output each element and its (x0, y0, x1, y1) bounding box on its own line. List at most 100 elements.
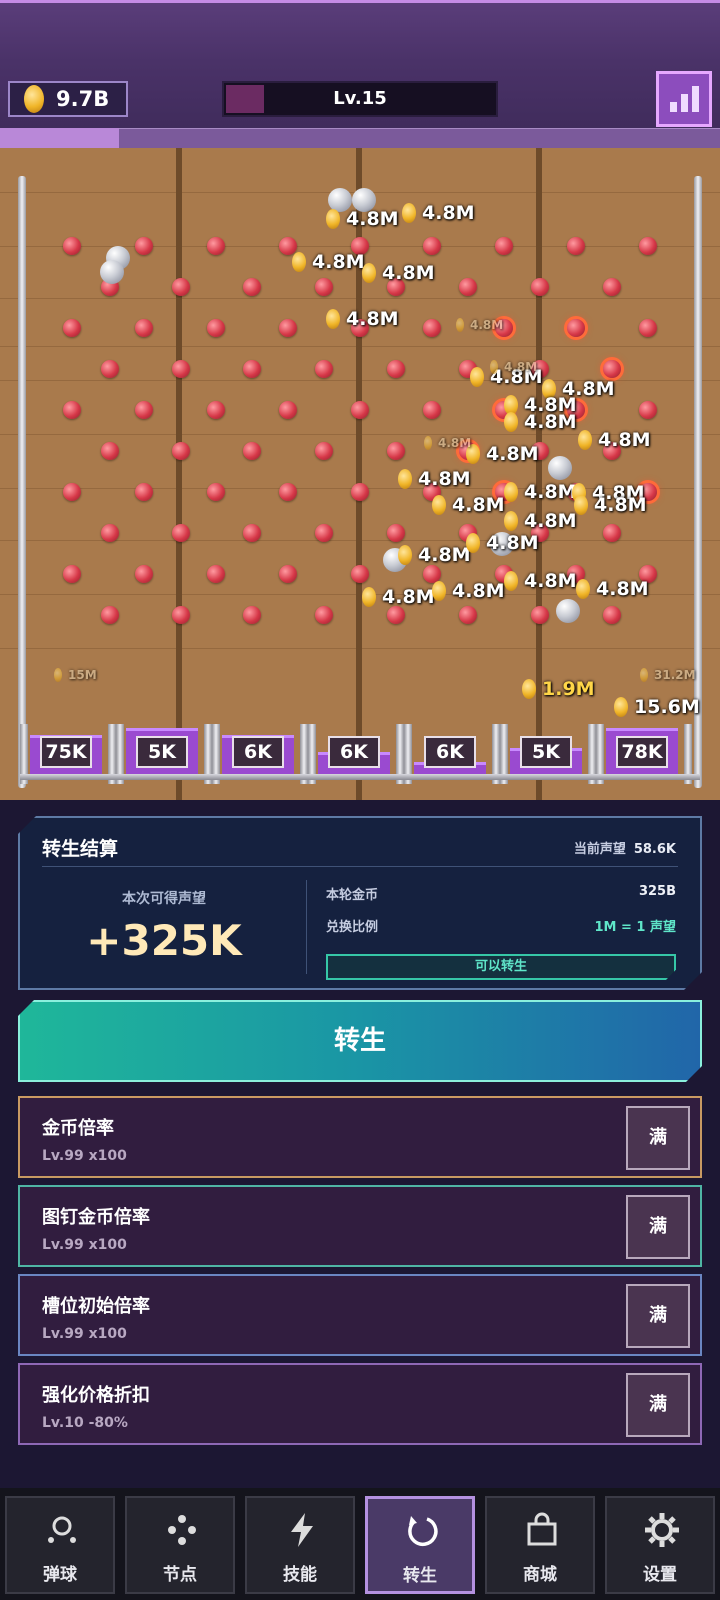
coin-popup-amount: 4.8M (524, 411, 577, 433)
slot-multiplier-label: 6K (232, 736, 284, 768)
peg (207, 237, 225, 255)
ball-drop-icon (42, 1510, 82, 1550)
xp-progress-fill (0, 128, 119, 148)
peg (279, 483, 297, 501)
peg (459, 278, 477, 296)
nav-tab-label: 节点 (163, 1565, 197, 1585)
upgrade-max-button[interactable]: 满 (626, 1284, 690, 1348)
peg (531, 606, 549, 624)
coin-popup-amount: 4.8M (594, 494, 647, 516)
coin-popup: 4.8M (398, 468, 471, 490)
rebirth-icon (403, 1511, 443, 1551)
peg (135, 319, 153, 337)
coin-popup: 4.8M (578, 429, 651, 451)
peg (387, 606, 405, 624)
upgrade-name: 槽位初始倍率 (42, 1296, 150, 1317)
coin-popup: 4.8M (398, 544, 471, 566)
coin-popup: 4.8M (432, 580, 505, 602)
stats-button[interactable] (656, 71, 712, 127)
coin-icon (466, 533, 480, 553)
nav-tab-label: 设置 (643, 1565, 677, 1585)
coin-popup: 4.8M (504, 510, 577, 532)
coin-popup-amount: 4.8M (312, 251, 365, 273)
peg (63, 401, 81, 419)
multiplier-slot: 6K (212, 708, 308, 784)
peg (243, 606, 261, 624)
coin-icon (362, 587, 376, 607)
coin-icon (326, 209, 340, 229)
peg (101, 524, 119, 542)
peg (351, 401, 369, 419)
nav-tab[interactable]: 弹球 (5, 1496, 115, 1594)
rebirth-panel-title: 转生结算 (42, 838, 119, 860)
board-divider (176, 148, 182, 800)
coin-popup-amount: 4.8M (418, 544, 471, 566)
peg (101, 606, 119, 624)
nav-tab[interactable]: 商城 (485, 1496, 595, 1594)
coin-popup: 4.8M (326, 208, 399, 230)
plinko-board[interactable]: 4.8M 4.8M 4.8M 4.8M 4.8M 4.8M 4.8M 4.8M 4.8M 4.8M… (0, 148, 720, 800)
peg (63, 237, 81, 255)
coin-icon (292, 252, 306, 272)
nav-tab-label: 技能 (283, 1565, 317, 1585)
nav-tab-label: 商城 (523, 1565, 557, 1585)
exchange-ratio-value: 1M = 1 声望 (594, 920, 676, 935)
nav-tab[interactable]: 转生 (365, 1496, 475, 1594)
current-prestige: 当前声望 58.6K (574, 838, 676, 857)
peg (315, 524, 333, 542)
upgrade-name: 金币倍率 (42, 1118, 114, 1139)
coin-popup-amount: 4.8M (422, 202, 475, 224)
faint-popup-amount: 15M (68, 668, 97, 682)
coin-icon (432, 495, 446, 515)
peg (315, 278, 333, 296)
coin-popup: 4.8M (402, 202, 475, 224)
peg (639, 319, 657, 337)
peg (243, 524, 261, 542)
coin-icon (398, 545, 412, 565)
peg (459, 606, 477, 624)
nav-tab[interactable]: 节点 (125, 1496, 235, 1594)
rebirth-summary-panel: 转生结算 当前声望 58.6K 本次可得声望 +325K 本轮金币 325B 兑换… (18, 816, 702, 990)
coin-popup-amount: 4.8M (486, 532, 539, 554)
coin-popup-amount: 4.8M (596, 578, 649, 600)
peg (135, 237, 153, 255)
panel-vertical-divider (306, 880, 307, 974)
upgrade-row: 强化价格折扣 Lv.10 -80% 满 (18, 1363, 702, 1445)
upgrade-max-button[interactable]: 满 (626, 1373, 690, 1437)
nav-tab[interactable]: 技能 (245, 1496, 355, 1594)
peg (243, 278, 261, 296)
peg (172, 278, 190, 296)
nav-tab-label: 弹球 (43, 1565, 77, 1585)
level-progress-bar: Lv.15 (222, 81, 498, 117)
peg (172, 442, 190, 460)
nav-tab[interactable]: 设置 (605, 1496, 715, 1594)
coin-popup: 4.8M (466, 443, 539, 465)
coin-popup: 4.8M (466, 532, 539, 554)
upgrade-level: Lv.99 x100 (42, 1326, 127, 1342)
current-prestige-value: 58.6K (633, 842, 676, 857)
slot-multiplier-label: 5K (520, 736, 572, 768)
upgrade-level: Lv.10 -80% (42, 1415, 128, 1431)
coin-icon (490, 360, 498, 374)
peg (63, 483, 81, 501)
peg (315, 606, 333, 624)
coin-popup-amount: 4.8M (418, 468, 471, 490)
shop-bag-icon (522, 1510, 562, 1550)
upgrade-level: Lv.99 x100 (42, 1148, 127, 1164)
upgrade-row: 槽位初始倍率 Lv.99 x100 满 (18, 1274, 702, 1356)
upgrade-max-button[interactable]: 满 (626, 1106, 690, 1170)
coin-popup: 4.8M (362, 586, 435, 608)
peg (135, 483, 153, 501)
peg (315, 442, 333, 460)
coin-icon (470, 367, 484, 387)
peg (207, 319, 225, 337)
coin-popup: 4.8M (292, 251, 365, 273)
faint-coin-popup: 4.8M (456, 318, 503, 332)
peg (387, 442, 405, 460)
upgrade-max-button[interactable]: 满 (626, 1195, 690, 1259)
panel-divider (42, 866, 678, 867)
coin-balance-value: 9.7B (56, 87, 110, 111)
rebirth-button[interactable]: 转生 (18, 1000, 702, 1082)
exchange-ratio-label: 兑换比例 (326, 920, 379, 935)
exchange-ratio-row: 兑换比例 1M = 1 声望 (326, 916, 676, 935)
